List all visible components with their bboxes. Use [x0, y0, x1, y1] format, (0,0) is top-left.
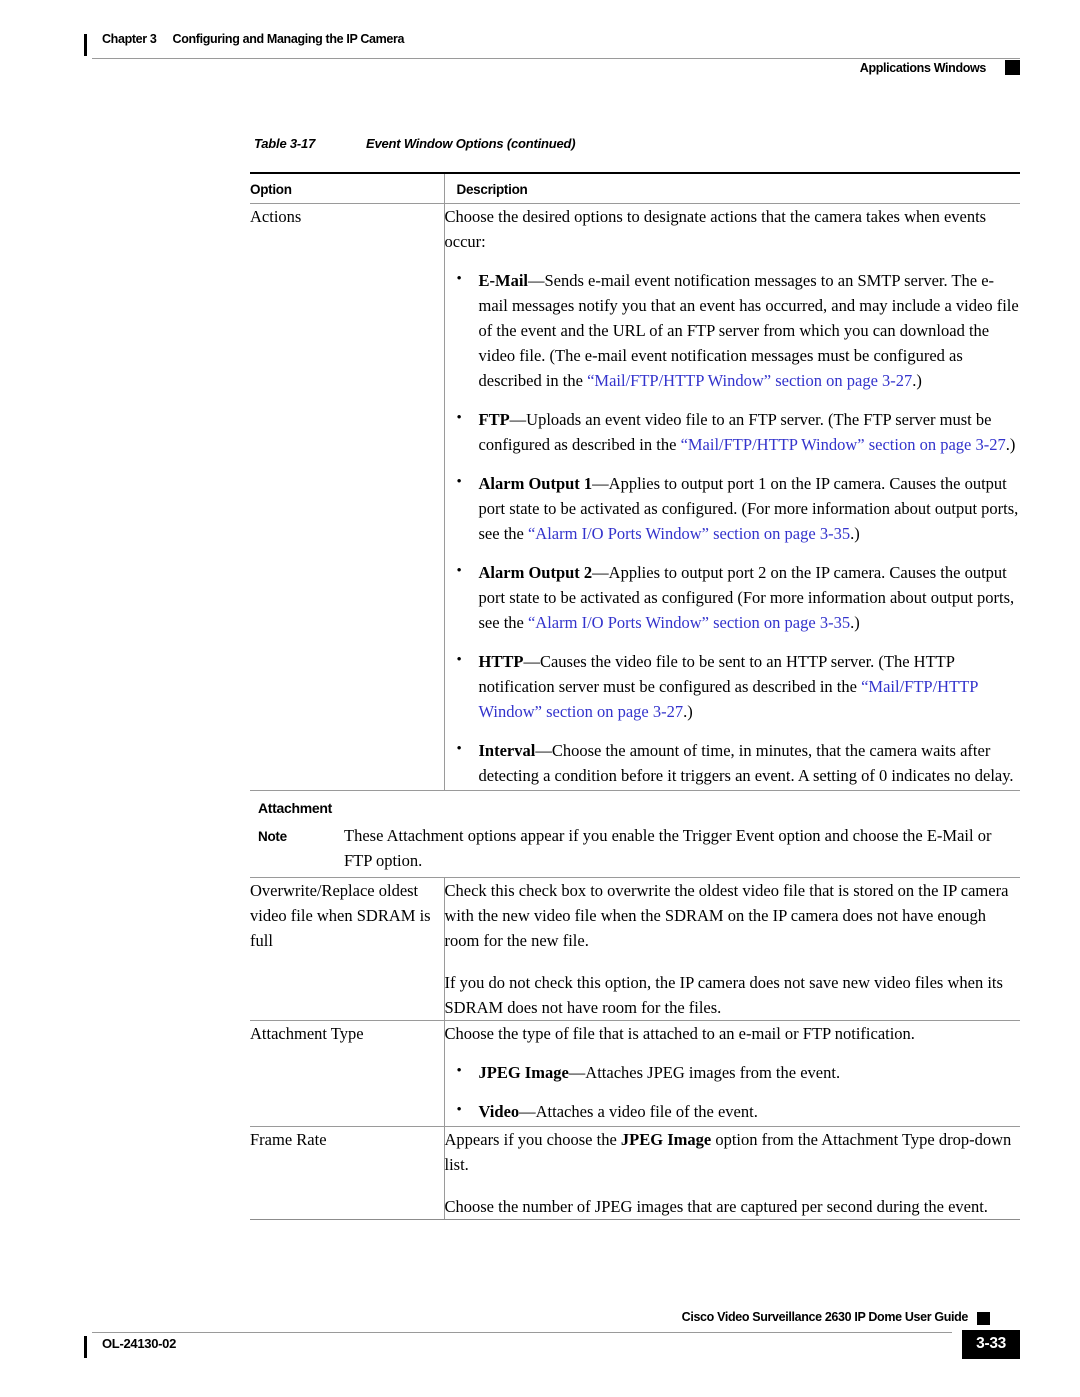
event-window-options-table: Option Description Actions Choose the de… — [250, 172, 1020, 1220]
header-chapter-title: Configuring and Managing the IP Camera — [172, 32, 405, 46]
note-label: Note — [258, 829, 287, 844]
cross-reference-link[interactable]: “Mail/FTP/HTTP Window” section on page 3… — [587, 371, 912, 390]
footer-page-number: 3-33 — [962, 1330, 1020, 1359]
row-description-overwrite-replace: Check this check box to overwrite the ol… — [443, 877, 1020, 1021]
table-row-attachment-section: Attachment Note These Attachment options … — [250, 790, 1020, 878]
bullet-text-tail: .) — [683, 702, 693, 721]
bullet-dash: — — [535, 741, 552, 760]
row-description-frame-rate: Appears if you choose the JPEG Image opt… — [443, 1126, 1021, 1220]
bullet-dash: — — [568, 1063, 586, 1082]
list-item: HTTP—Causes the video file to be sent to… — [445, 648, 1021, 724]
footer-document-id: OL-24130-02 — [102, 1336, 177, 1351]
table-header-row: Option Description — [250, 172, 1020, 204]
frame-rate-text-lead: Appears if you choose the — [444, 1130, 621, 1149]
frame-rate-emphasis: JPEG Image — [620, 1130, 712, 1149]
bullet-term: Alarm Output 1 — [478, 474, 593, 493]
table-row: Overwrite/Replace oldest video file when… — [250, 877, 1020, 1021]
table-row: Actions Choose the desired options to de… — [250, 203, 1021, 791]
list-item: E-Mail—Sends e-mail event notification m… — [445, 267, 1021, 393]
overwrite-para-2: If you do not check this option, the IP … — [444, 973, 1003, 1017]
bullet-dash: — — [592, 563, 609, 582]
header-left-bar — [84, 34, 87, 56]
frame-rate-para-1: Appears if you choose the JPEG Image opt… — [445, 1127, 1021, 1177]
header-section-label: Applications Windows — [859, 61, 987, 75]
bullet-term: JPEG Image — [478, 1063, 569, 1082]
overwrite-para-1: Check this check box to overwrite the ol… — [444, 881, 1009, 950]
row-description-actions: Choose the desired options to designate … — [443, 203, 1021, 791]
page-header: Chapter 3 Configuring and Managing the IP… — [84, 32, 1020, 84]
bullet-term: Video — [478, 1102, 520, 1121]
page-footer: Cisco Video Surveillance 2630 IP Dome Us… — [84, 1310, 1020, 1370]
bullet-dash: — — [509, 410, 527, 429]
bullet-term: FTP — [478, 410, 510, 429]
bullet-text-tail: .) — [850, 613, 860, 632]
bullet-dash: — — [592, 474, 609, 493]
bullet-text-tail: .) — [850, 524, 860, 543]
attachment-type-intro: Choose the type of file that is attached… — [444, 1024, 915, 1043]
column-header-option: Option — [250, 172, 444, 204]
list-item: Interval—Choose the amount of time, in m… — [445, 737, 1021, 788]
row-label-overwrite-replace: Overwrite/Replace oldest video file when… — [250, 877, 444, 1021]
list-item: FTP—Uploads an event video file to an FT… — [445, 406, 1021, 457]
attachment-type-bullet-list: JPEG Image—Attaches JPEG images from the… — [445, 1059, 1021, 1124]
cross-reference-link[interactable]: “Alarm I/O Ports Window” section on page… — [528, 524, 850, 543]
table-caption-number: Table 3-17 — [254, 136, 316, 151]
actions-bullet-list: E-Mail—Sends e-mail event notification m… — [445, 267, 1021, 788]
bullet-text: Attaches a video file of the event. — [535, 1102, 758, 1121]
note-text: These Attachment options appear if you e… — [344, 826, 992, 870]
bullet-text: Attaches JPEG images from the event. — [585, 1063, 841, 1082]
attachment-section-title: Attachment — [258, 800, 333, 816]
bullet-term: HTTP — [478, 652, 524, 671]
row-label-actions: Actions — [250, 207, 302, 226]
header-rule — [92, 58, 1020, 59]
bullet-dash: — — [528, 271, 545, 290]
row-label-attachment-type: Attachment Type — [250, 1020, 444, 1127]
header-chapter-number: Chapter 3 — [102, 32, 157, 46]
header-chapter: Chapter 3 Configuring and Managing the IP… — [102, 32, 405, 46]
footer-left-bar — [84, 1336, 87, 1358]
list-item: Alarm Output 1—Applies to output port 1 … — [445, 470, 1021, 546]
bullet-text: Choose the amount of time, in minutes, t… — [478, 741, 1014, 785]
list-item: Video—Attaches a video file of the event… — [445, 1098, 1021, 1124]
table-row: Attachment Type Choose the type of file … — [250, 1020, 1021, 1127]
bullet-dash: — — [523, 652, 540, 671]
cross-reference-link[interactable]: “Alarm I/O Ports Window” section on page… — [528, 613, 850, 632]
table-caption-title: Event Window Options (continued) — [366, 136, 576, 151]
row-label-frame-rate: Frame Rate — [250, 1126, 444, 1220]
header-square-marker — [1005, 60, 1020, 75]
bullet-term: Interval — [478, 741, 536, 760]
footer-guide-title: Cisco Video Surveillance 2630 IP Dome Us… — [681, 1310, 969, 1324]
attachment-note: Note These Attachment options appear if y… — [258, 823, 1020, 873]
actions-intro: Choose the desired options to designate … — [444, 207, 987, 251]
bullet-text-tail: .) — [1005, 435, 1016, 454]
table-caption: Table 3-17 Event Window Options (continue… — [254, 136, 576, 151]
table-row: Frame Rate Appears if you choose the JPE… — [250, 1126, 1021, 1220]
bullet-term: Alarm Output 2 — [478, 563, 593, 582]
footer-square-marker — [977, 1312, 990, 1325]
bullet-text-tail: .) — [912, 371, 922, 390]
list-item: Alarm Output 2—Applies to output port 2 … — [445, 559, 1021, 635]
bullet-term: E-Mail — [478, 271, 529, 290]
bullet-dash: — — [519, 1102, 536, 1121]
footer-rule — [92, 1332, 952, 1333]
column-header-description: Description — [443, 172, 1020, 204]
attachment-section-cell: Attachment Note These Attachment options … — [250, 790, 1020, 878]
row-description-attachment-type: Choose the type of file that is attached… — [443, 1020, 1021, 1127]
cross-reference-link[interactable]: “Mail/FTP/HTTP Window” section on page 3… — [681, 435, 1006, 454]
frame-rate-para-2: Choose the number of JPEG images that ar… — [444, 1197, 988, 1216]
list-item: JPEG Image—Attaches JPEG images from the… — [445, 1059, 1021, 1085]
